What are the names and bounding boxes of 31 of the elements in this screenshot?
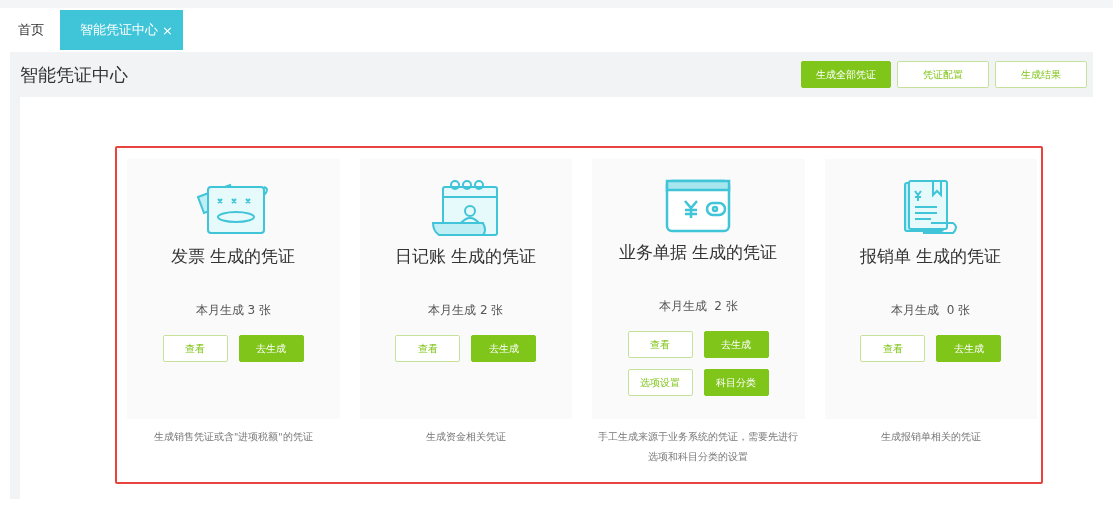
card-description: 生成销售凭证或含"进项税额"的凭证 (152, 430, 314, 444)
page-title: 智能凭证中心 (20, 62, 129, 87)
card-button[interactable]: 去生成 (703, 331, 769, 358)
card-button[interactable]: 去生成 (936, 335, 1002, 362)
calendar-icon (430, 179, 501, 237)
card-title: 报销单 生成的凭证 (860, 245, 1002, 268)
monthly-count: 本月生成 0 张 (891, 302, 971, 319)
card-button[interactable]: 去生成 (238, 335, 304, 362)
card-description: 生成资金相关凭证 (424, 430, 507, 444)
close-icon[interactable]: × (162, 22, 173, 38)
monthly-count: 本月生成 2 张 (658, 298, 738, 315)
card-button[interactable]: 科目分类 (703, 369, 769, 396)
header-button[interactable]: 生成全部凭证 (801, 61, 891, 88)
card-title: 业务单据 生成的凭证 (619, 241, 778, 264)
card-button[interactable]: 查看 (627, 331, 693, 358)
tab[interactable]: 智能凭证中心 × (60, 10, 183, 50)
tab[interactable]: 首页 (10, 10, 54, 50)
header-button[interactable]: 生成结果 (995, 61, 1087, 88)
monthly-count: 本月生成 3 张 (195, 302, 271, 319)
card-button[interactable]: 去生成 (471, 335, 537, 362)
card-button[interactable]: 选项设置 (627, 369, 693, 396)
card-button[interactable]: 查看 (395, 335, 461, 362)
card-description: 手工生成来源于业务系统的凭证，需要先进行选项和科目分类的设置 (597, 430, 800, 464)
wallet-icon (665, 179, 732, 233)
card-title: 发票 生成的凭证 (171, 245, 296, 268)
header-button[interactable]: 凭证配置 (897, 61, 989, 88)
card-description: 生成报销单相关的凭证 (879, 430, 982, 444)
monthly-count: 本月生成 2 张 (428, 302, 504, 319)
card-button[interactable]: 查看 (162, 335, 228, 362)
card-title: 日记账 生成的凭证 (395, 245, 537, 268)
card-button[interactable]: 查看 (860, 335, 926, 362)
